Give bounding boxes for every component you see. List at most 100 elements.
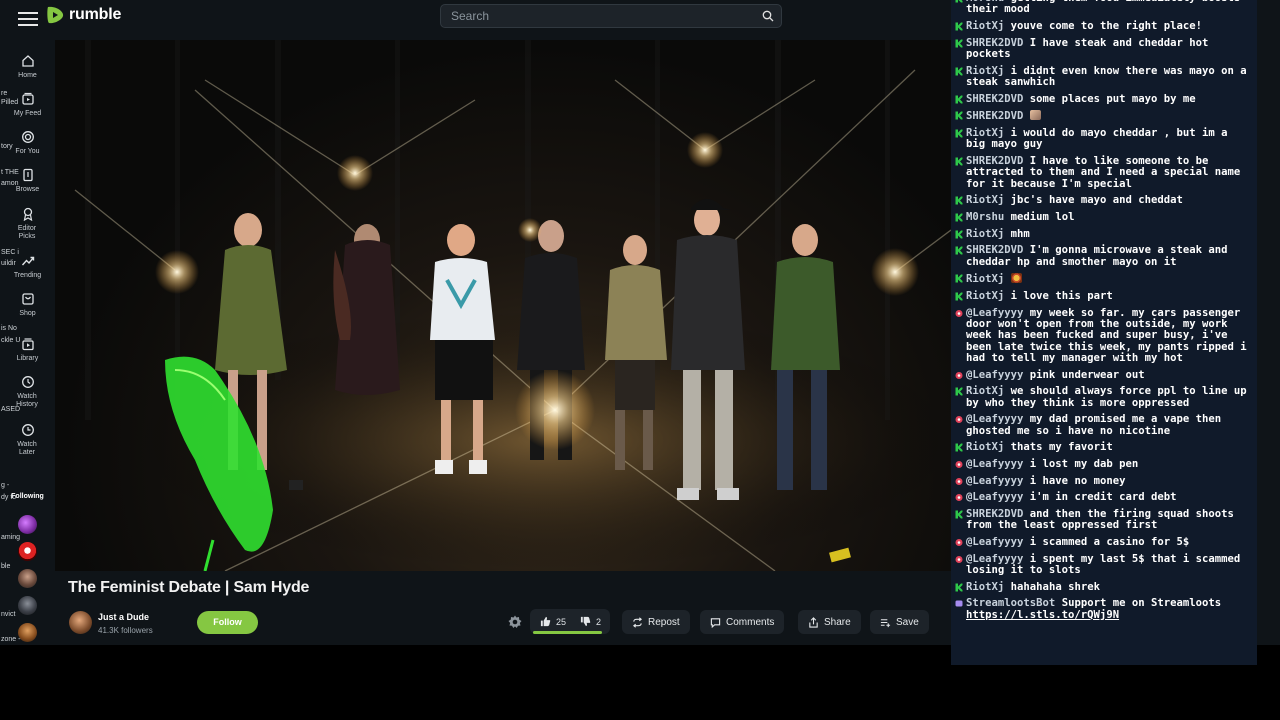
- chat-message: @Leafyyyy my week so far. my cars passen…: [955, 307, 1251, 364]
- chat-message: RiotXj i would do mayo cheddar , but im …: [955, 127, 1251, 151]
- sidebar-item-label: Shop: [19, 310, 36, 317]
- chat-username[interactable]: SHREK2DVD: [966, 37, 1023, 49]
- search-icon[interactable]: [762, 10, 774, 22]
- share-button[interactable]: Share: [798, 610, 861, 634]
- dislike-count: 2: [596, 616, 602, 627]
- chat-username[interactable]: @Leafyyyy: [966, 413, 1023, 425]
- rumble-badge-icon: [955, 39, 963, 48]
- clock-icon: [21, 424, 34, 436]
- chat-username[interactable]: RiotXj: [966, 20, 1004, 32]
- dislike-button[interactable]: 2: [580, 616, 601, 627]
- chat-username[interactable]: @Leafyyyy: [966, 458, 1023, 470]
- chat-username[interactable]: RiotXj: [966, 290, 1004, 302]
- repost-button[interactable]: Repost: [622, 610, 690, 634]
- chat-username[interactable]: SHREK2DVD: [966, 244, 1023, 256]
- recording-badge-icon: [955, 371, 963, 379]
- comments-button[interactable]: Comments: [700, 610, 785, 634]
- boost-icon[interactable]: [507, 614, 523, 630]
- chat-message: RiotXj youve come to the right place!: [955, 20, 1251, 32]
- followed-channel-avatar[interactable]: [18, 515, 37, 534]
- sidebar-item-watch-later[interactable]: Watch Later: [0, 423, 55, 457]
- chat-message: M0rshu medium lol: [955, 211, 1251, 223]
- playlist-add-icon: [880, 618, 891, 627]
- video-player[interactable]: [55, 40, 951, 571]
- chat-username[interactable]: RiotXj: [966, 65, 1004, 77]
- chat-username[interactable]: @Leafyyyy: [966, 536, 1023, 548]
- chat-username[interactable]: @Leafyyyy: [966, 307, 1023, 319]
- chat-username[interactable]: RiotXj: [966, 273, 1004, 285]
- chat-username[interactable]: StreamlootsBot: [966, 597, 1055, 609]
- related-fragment: nvict: [1, 611, 16, 618]
- chat-text: Support me on Streamloots: [1061, 597, 1222, 610]
- chat-message: SHREK2DVD some places put mayo by me: [955, 92, 1251, 105]
- sidebar-item-watch-history[interactable]: Watch History: [0, 375, 55, 409]
- chat-username[interactable]: @Leafyyyy: [966, 475, 1023, 487]
- chat-text: jbc's have mayo and cheddat: [1010, 194, 1183, 207]
- related-fragment: SEC i: [1, 249, 19, 256]
- browse-icon: [22, 168, 33, 182]
- history-icon: [21, 376, 34, 388]
- chat-message: @Leafyyyy i have no money: [955, 474, 1251, 487]
- chat-username[interactable]: M0rshu: [966, 211, 1004, 223]
- logo-wordmark: rumble: [69, 6, 122, 23]
- chat-username[interactable]: @Leafyyyy: [966, 491, 1023, 503]
- chat-username[interactable]: SHREK2DVD: [966, 110, 1023, 122]
- followed-channel-avatar[interactable]: [18, 569, 37, 588]
- share-icon: [809, 616, 818, 628]
- follow-button[interactable]: Follow: [197, 611, 258, 634]
- repost-label: Repost: [648, 616, 680, 628]
- library-icon: [21, 338, 34, 351]
- save-button[interactable]: Save: [870, 610, 929, 634]
- chat-message: RiotXj: [955, 273, 1251, 285]
- chat-message: StreamlootsBot Support me on Streamloots…: [955, 598, 1251, 621]
- sidebar-item-label: Trending: [13, 272, 42, 279]
- sidebar-item-home[interactable]: Home: [0, 54, 55, 80]
- channel-avatar[interactable]: [69, 611, 92, 634]
- related-fragment: g -: [1, 482, 10, 489]
- chat-username[interactable]: RiotXj: [966, 127, 1004, 139]
- chat-text: i have no money: [1029, 474, 1126, 487]
- like-ratio-bar: [533, 631, 602, 634]
- followed-channel-avatar[interactable]: [18, 623, 37, 642]
- comments-label: Comments: [726, 616, 775, 628]
- chat-username[interactable]: RiotXj: [966, 581, 1004, 593]
- related-fragment: is No: [1, 325, 17, 332]
- recording-badge-icon: [955, 538, 963, 546]
- share-label: Share: [824, 616, 851, 628]
- chat-username[interactable]: SHREK2DVD: [966, 93, 1023, 105]
- comment-icon: [710, 617, 721, 628]
- search-input[interactable]: [451, 9, 751, 23]
- chat-username[interactable]: SHREK2DVD: [966, 155, 1023, 167]
- rumble-logo[interactable]: rumble: [45, 5, 121, 25]
- related-fragment: ASED: [1, 406, 21, 413]
- chat-username[interactable]: SHREK2DVD: [966, 508, 1023, 520]
- recording-badge-icon: [955, 494, 963, 502]
- chat-message: RiotXj we should always force ppl to lin…: [955, 386, 1251, 409]
- chat-text: some places put mayo by me: [1029, 92, 1196, 105]
- channel-name[interactable]: Just a Dude: [98, 612, 149, 622]
- rumble-badge-icon: [955, 196, 963, 205]
- sidebar-item-shop[interactable]: Shop: [0, 292, 55, 318]
- chat-message: SHREK2DVD and then the firing squad shoo…: [955, 508, 1251, 532]
- sidebar-item-editor-picks[interactable]: Editor Picks: [0, 207, 55, 241]
- search-bar[interactable]: [440, 4, 782, 28]
- rumble-badge-icon: [955, 67, 963, 76]
- followed-channel-avatar[interactable]: [18, 596, 37, 615]
- chat-username[interactable]: RiotXj: [966, 441, 1004, 453]
- chat-username[interactable]: @Leafyyyy: [966, 553, 1023, 565]
- menu-icon[interactable]: [18, 8, 38, 26]
- like-button[interactable]: 25: [540, 616, 566, 627]
- like-count: 25: [556, 616, 567, 627]
- chat-message: RiotXj mhm: [955, 228, 1251, 240]
- chat-username[interactable]: RiotXj: [966, 228, 1004, 240]
- chat-message: RiotXj i love this part: [955, 290, 1251, 302]
- chat-username[interactable]: RiotXj: [966, 194, 1004, 206]
- recording-badge-icon: [955, 309, 963, 317]
- chat-username[interactable]: @Leafyyyy: [966, 369, 1023, 381]
- chat-overlay: M0rshu getting them food immediately boo…: [951, 0, 1257, 665]
- followed-channel-avatar[interactable]: [18, 542, 37, 561]
- feed-icon: [21, 92, 34, 105]
- chat-username[interactable]: RiotXj: [966, 385, 1004, 397]
- chat-message: RiotXj thats my favorit: [955, 442, 1251, 453]
- chat-link[interactable]: https://l.stls.to/rQWj9N: [966, 609, 1119, 621]
